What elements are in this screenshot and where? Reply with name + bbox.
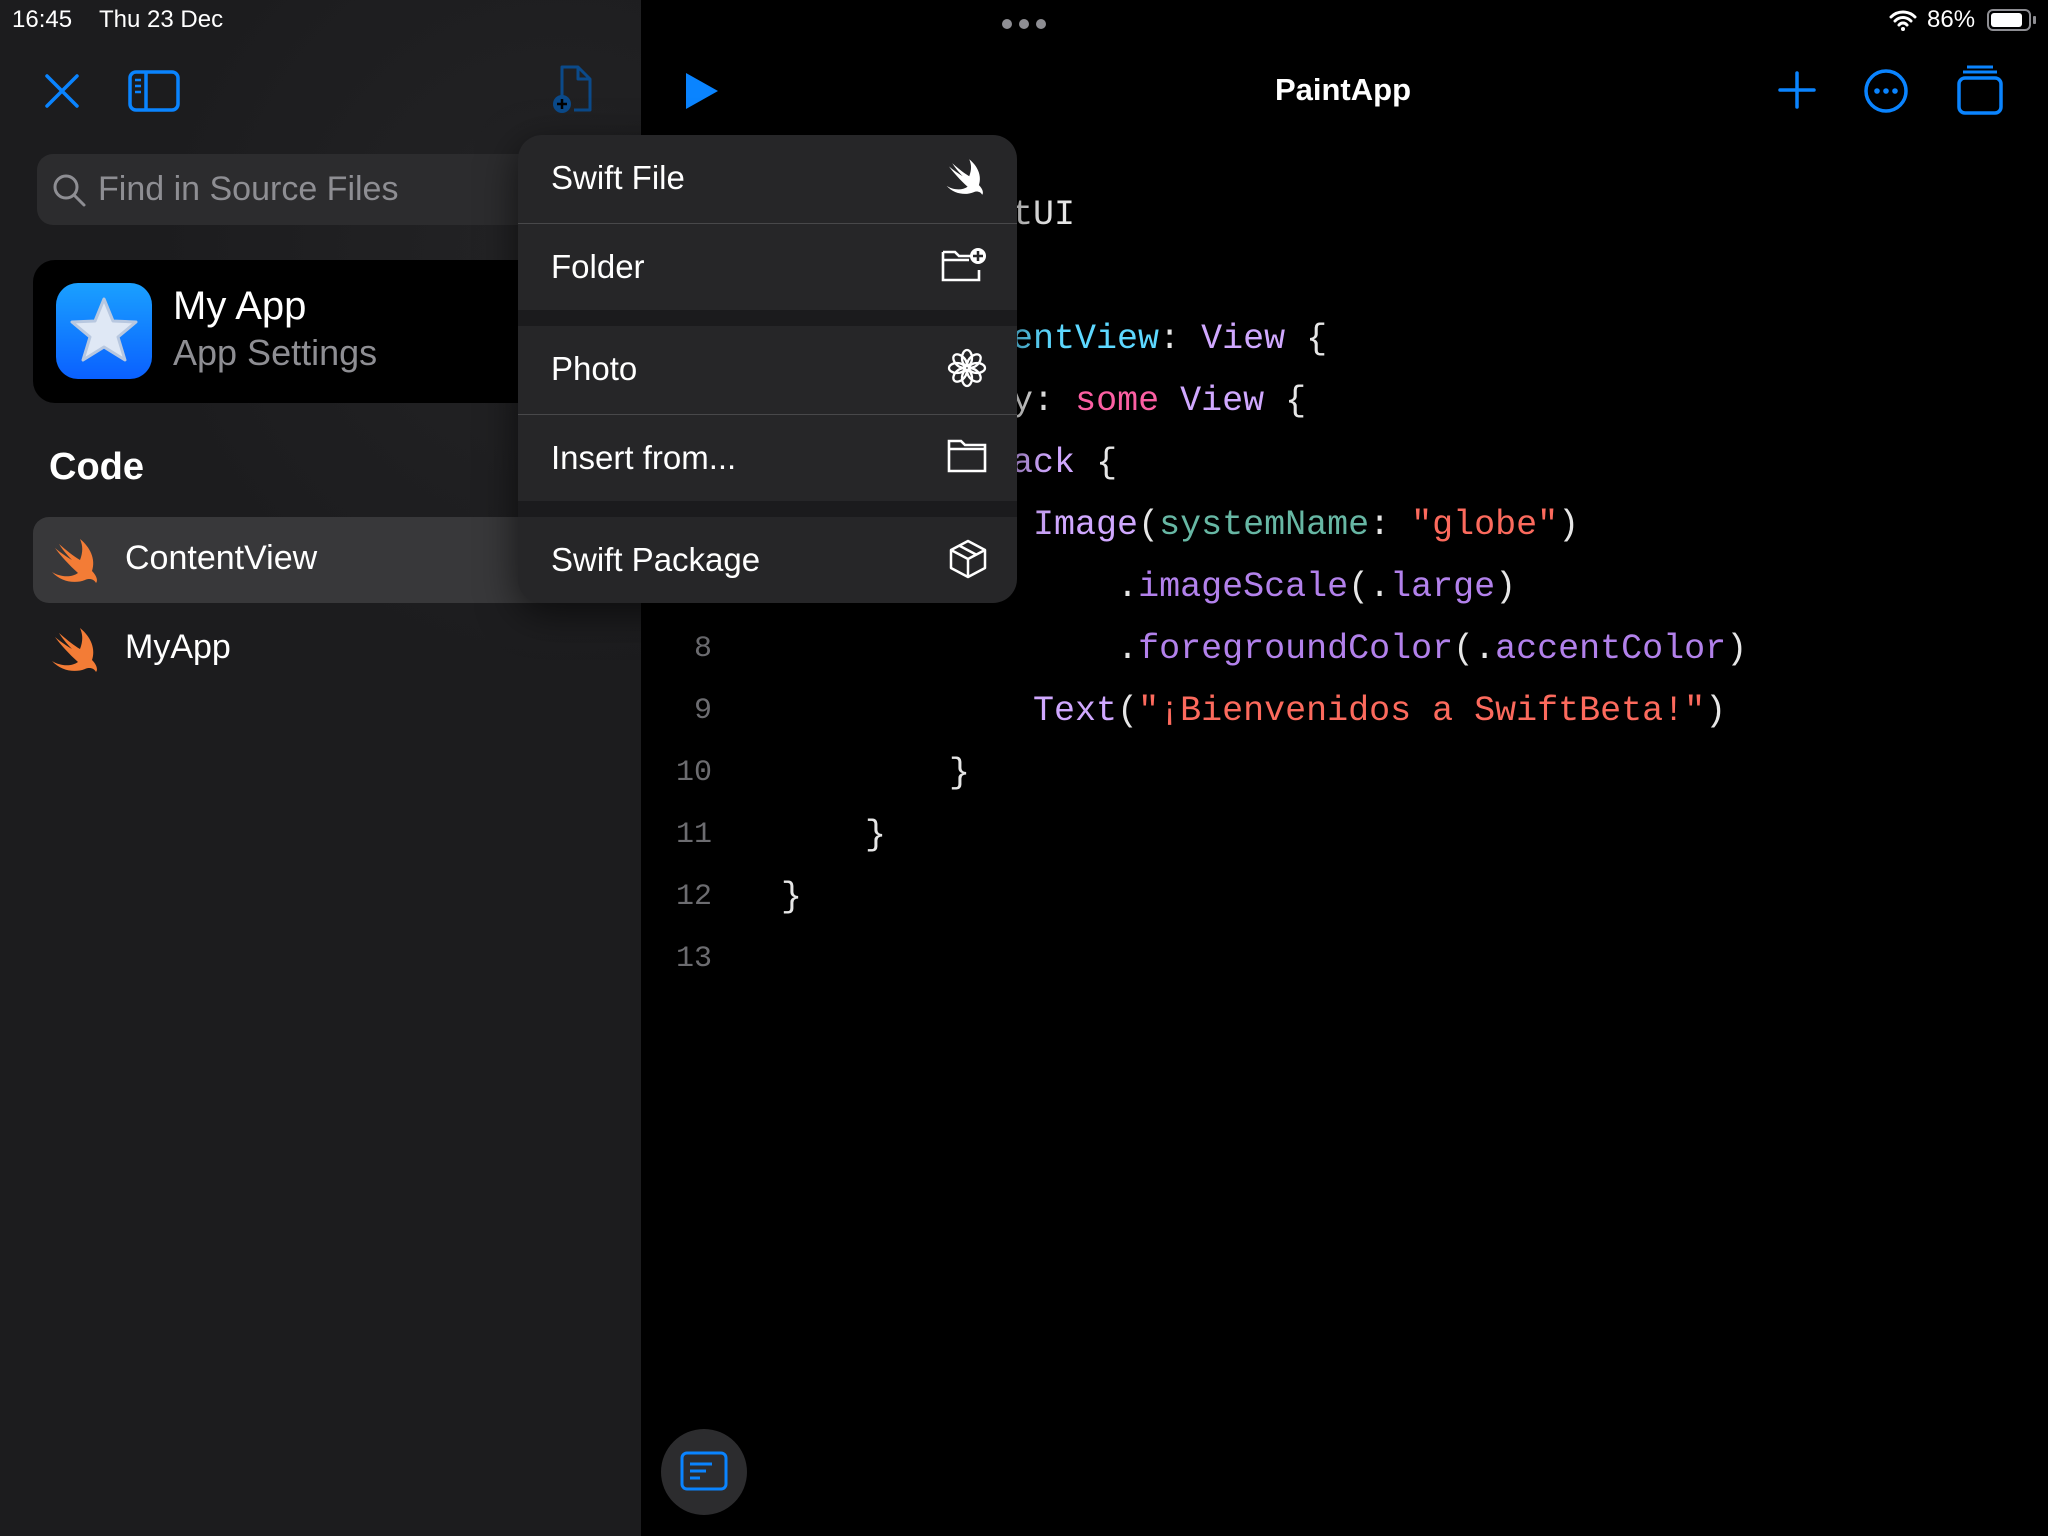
menu-item-insert-from[interactable]: Insert from...: [518, 415, 1017, 502]
menu-item-swift-file[interactable]: Swift File: [518, 135, 1017, 222]
code-token: (.: [1453, 629, 1496, 669]
menu-item-label: Folder: [551, 248, 645, 285]
menu-item-photo[interactable]: Photo: [518, 326, 1017, 413]
status-date: Thu 23 Dec: [99, 6, 224, 33]
code-token: {: [1264, 381, 1307, 421]
battery-tip: [2033, 16, 2036, 24]
menu-group-divider: [518, 310, 1017, 326]
code-token: }: [781, 753, 971, 793]
menu-item-label: Insert from...: [551, 439, 737, 476]
multitasking-dots-icon[interactable]: [1001, 18, 1047, 30]
code-line[interactable]: .foregroundColor(.accentColor): [781, 629, 1747, 669]
app-subtitle: App Settings: [173, 332, 378, 373]
code-token: ): [1705, 691, 1727, 731]
menu-item-swift-package[interactable]: Swift Package: [518, 517, 1017, 603]
code-token: .: [781, 629, 1139, 669]
menu-item-label: Photo: [551, 350, 638, 387]
add-menu: Swift File Folder Photo Insert from... S…: [518, 135, 1017, 603]
code-token: ): [1558, 505, 1580, 545]
battery-icon: [1987, 9, 2031, 31]
swift-icon: [52, 539, 97, 583]
code-token: {: [1075, 443, 1118, 483]
search-icon: [53, 174, 86, 207]
menu-item-label: Swift File: [551, 159, 685, 196]
folder-icon: [947, 439, 987, 473]
code-token: systemName: [1159, 505, 1370, 545]
sidebar-toggle-icon[interactable]: [128, 70, 180, 112]
code-token: View: [1201, 319, 1286, 359]
code-token: imageScale: [1138, 567, 1349, 607]
section-title-code: Code: [49, 446, 144, 488]
app-name: My App: [173, 284, 307, 328]
more-options-icon[interactable]: [1863, 68, 1909, 114]
menu-item-label: Swift Package: [551, 541, 761, 578]
code-token: ): [1726, 629, 1748, 669]
code-line[interactable]: Text("¡Bienvenidos a SwiftBeta!"): [781, 691, 1726, 731]
file-label: ContentView: [125, 539, 318, 577]
code-token: (: [1117, 691, 1139, 731]
code-token: View: [1180, 381, 1265, 421]
code-token: :: [1159, 319, 1202, 359]
code-line[interactable]: }: [781, 877, 802, 917]
star-icon: [70, 297, 138, 362]
run-play-icon[interactable]: [684, 72, 720, 110]
code-token: :: [1369, 505, 1412, 545]
close-icon[interactable]: [44, 73, 80, 109]
menu-group-divider: [518, 501, 1017, 517]
new-file-icon[interactable]: [548, 64, 596, 114]
photo-flower-icon: [947, 348, 987, 388]
file-row-myapp[interactable]: MyApp: [33, 606, 633, 692]
code-token: }: [781, 877, 803, 917]
app-icon: [56, 283, 152, 379]
folder-badge-plus-icon: [941, 248, 986, 282]
code-token: (: [1138, 505, 1160, 545]
code-line[interactable]: }: [781, 815, 886, 855]
file-label: MyApp: [125, 628, 231, 666]
code-token: ): [1495, 567, 1517, 607]
swift-icon: [946, 159, 983, 195]
status-time: 16:45: [12, 6, 73, 33]
swift-icon: [52, 628, 97, 672]
editor-title: PaintApp: [1274, 72, 1412, 107]
code-token: (.: [1348, 567, 1391, 607]
tabs-icon[interactable]: [1956, 64, 2004, 116]
code-token: "¡Bienvenidos a SwiftBeta!": [1138, 691, 1706, 731]
menu-item-folder[interactable]: Folder: [518, 224, 1017, 311]
code-token: :: [1033, 381, 1076, 421]
search-placeholder: Find in Source Files: [98, 170, 399, 208]
code-token: some: [1075, 381, 1160, 421]
code-token: foregroundColor: [1138, 629, 1454, 669]
battery-percent: 86%: [1927, 6, 1976, 33]
wifi-icon: [1889, 10, 1917, 31]
add-icon[interactable]: [1778, 71, 1816, 109]
console-icon: [680, 1451, 728, 1491]
code-token: "globe": [1411, 505, 1559, 545]
code-token: Text: [781, 691, 1118, 731]
code-line[interactable]: }: [781, 753, 970, 793]
package-icon: [949, 539, 987, 579]
code-token: large: [1390, 567, 1496, 607]
code-token: }: [781, 815, 887, 855]
code-token: {: [1285, 319, 1328, 359]
code-token: accentColor: [1495, 629, 1727, 669]
console-button[interactable]: [661, 1429, 747, 1515]
